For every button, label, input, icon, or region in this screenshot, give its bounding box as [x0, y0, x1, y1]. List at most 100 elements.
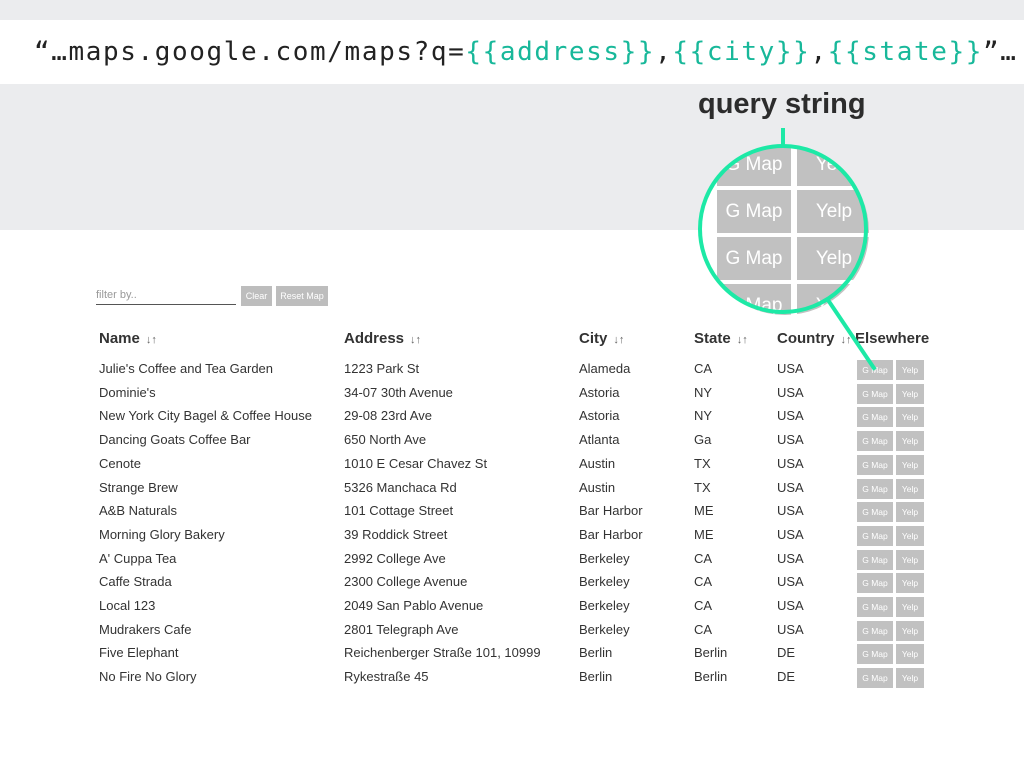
cell-address: 39 Roddick Street: [344, 526, 448, 542]
cell-address: 1223 Park St: [344, 361, 420, 376]
url-prefix: “…maps.google.com/maps?q=: [34, 37, 466, 67]
magnified-yelp-button: Yelp: [797, 237, 869, 280]
cell-state: TX: [694, 479, 711, 495]
gray-band: [0, 84, 1024, 230]
cell-state: Berlin: [694, 645, 728, 661]
cell-country: USA: [777, 455, 804, 471]
magnified-gmap-button: G Map: [717, 190, 791, 233]
gmap-button[interactable]: G Map: [857, 383, 893, 404]
yelp-button[interactable]: Yelp: [896, 668, 924, 689]
yelp-button[interactable]: Yelp: [896, 525, 924, 546]
cell-name: Cenote: [99, 455, 141, 471]
header-name[interactable]: Name ↓↑: [99, 330, 157, 347]
cell-country: USA: [777, 408, 804, 424]
cell-country: USA: [777, 526, 804, 542]
magnified-yelp-button: Yelp: [797, 147, 869, 186]
yelp-button[interactable]: Yelp: [896, 573, 924, 594]
yelp-button[interactable]: Yelp: [896, 620, 924, 641]
gmap-button[interactable]: G Map: [857, 502, 893, 523]
cell-address: 2300 College Avenue: [344, 574, 468, 590]
cell-address: 650 North Ave: [344, 432, 427, 448]
clear-button[interactable]: Clear: [241, 286, 272, 306]
magnifier-handle-top: [781, 128, 785, 146]
cell-state: Berlin: [694, 669, 728, 685]
cell-address: 34-07 30th Avenue: [344, 384, 453, 400]
gmap-button[interactable]: G Map: [857, 573, 893, 594]
cell-city: Berkeley: [579, 621, 630, 637]
yelp-button[interactable]: Yelp: [896, 407, 924, 428]
magnified-yelp-label: Yelp: [815, 248, 853, 269]
cell-city: Berkeley: [579, 550, 630, 566]
yelp-button[interactable]: Yelp: [896, 597, 924, 617]
cell-city: Bar Harbor: [579, 503, 643, 519]
magnified-yelp-label: Yelp: [815, 201, 853, 222]
gmap-button[interactable]: G Map: [857, 549, 893, 570]
magnified-yelp-button: Yelp: [797, 190, 869, 233]
yelp-button[interactable]: Yelp: [896, 478, 924, 499]
cell-name: Caffe Strada: [99, 574, 172, 590]
header-country[interactable]: Country ↓↑: [777, 330, 852, 347]
gmap-button[interactable]: G Map: [857, 478, 893, 499]
cell-name: A' Cuppa Tea: [99, 550, 177, 566]
url-template-banner: “…maps.google.com/maps?q={{address}},{{c…: [0, 20, 1024, 84]
sort-arrows-icon: ↓↑: [145, 334, 157, 346]
header-elsewhere: Elsewhere: [855, 330, 930, 347]
gmap-button[interactable]: G Map: [857, 597, 893, 617]
magnified-gmap-label: G Map: [725, 201, 783, 222]
header-city[interactable]: City ↓↑: [579, 330, 624, 347]
magnified-gmap-button: G Map: [717, 237, 791, 280]
cell-city: Berkeley: [579, 598, 630, 613]
yelp-button[interactable]: Yelp: [896, 454, 924, 475]
yelp-button[interactable]: Yelp: [896, 549, 924, 570]
sort-arrows-icon: ↓↑: [613, 334, 625, 346]
gmap-button[interactable]: G Map: [857, 525, 893, 546]
cell-country: USA: [777, 384, 804, 400]
magnified-gmap-button: G Map: [717, 284, 791, 315]
gmap-button[interactable]: G Map: [857, 431, 893, 452]
gmap-button[interactable]: G Map: [857, 360, 893, 380]
yelp-button[interactable]: Yelp: [896, 431, 924, 452]
cell-country: DE: [777, 669, 796, 685]
magnified-gmap-label: G Map: [725, 248, 783, 269]
header-name-label: Name: [99, 330, 140, 347]
cell-address: 5326 Manchaca Rd: [344, 479, 457, 495]
cell-name: Strange Brew: [99, 479, 178, 495]
header-state[interactable]: State ↓↑: [694, 330, 748, 347]
cell-country: USA: [777, 361, 804, 376]
url-suffix: ”…: [982, 37, 1018, 67]
cell-state: ME: [694, 526, 714, 542]
cell-address: 1010 E Cesar Chavez St: [344, 455, 488, 471]
city-variable: {{city}}: [672, 37, 811, 67]
gmap-button[interactable]: G Map: [857, 454, 893, 475]
header-city-label: City: [579, 330, 608, 347]
gmap-button[interactable]: G Map: [857, 407, 893, 428]
cell-country: DE: [777, 645, 796, 661]
magnified-gmap-button: G Map: [717, 147, 791, 186]
cell-city: Austin: [579, 479, 616, 495]
gmap-button[interactable]: G Map: [857, 620, 893, 641]
cell-address: 101 Cottage Street: [344, 503, 454, 519]
magnifier-view: G Map Yelp G Map Yelp G Map Yelp G Map Y…: [701, 147, 869, 315]
cell-address: 2049 San Pablo Avenue: [344, 598, 484, 613]
gmap-button[interactable]: G Map: [857, 668, 893, 689]
yelp-button[interactable]: Yelp: [896, 383, 924, 404]
yelp-button[interactable]: Yelp: [896, 644, 924, 665]
url-separator: ,: [810, 37, 828, 67]
filter-input[interactable]: [96, 286, 236, 305]
cell-city: Berlin: [579, 645, 613, 661]
cell-name: Mudrakers Cafe: [99, 621, 192, 637]
state-variable: {{state}}: [827, 37, 983, 67]
reset-map-button[interactable]: Reset Map: [276, 286, 328, 306]
gmap-button[interactable]: G Map: [857, 644, 893, 665]
cell-city: Alameda: [579, 361, 631, 376]
yelp-button[interactable]: Yelp: [896, 360, 924, 380]
query-string-label: query string: [698, 88, 866, 120]
cell-country: USA: [777, 503, 804, 519]
cell-state: CA: [694, 574, 713, 590]
cell-country: USA: [777, 550, 804, 566]
header-address[interactable]: Address ↓↑: [344, 330, 421, 347]
cell-country: USA: [777, 432, 804, 448]
header-state-label: State: [694, 330, 731, 347]
yelp-button[interactable]: Yelp: [896, 502, 924, 523]
top-gray-strip: [0, 0, 1024, 20]
